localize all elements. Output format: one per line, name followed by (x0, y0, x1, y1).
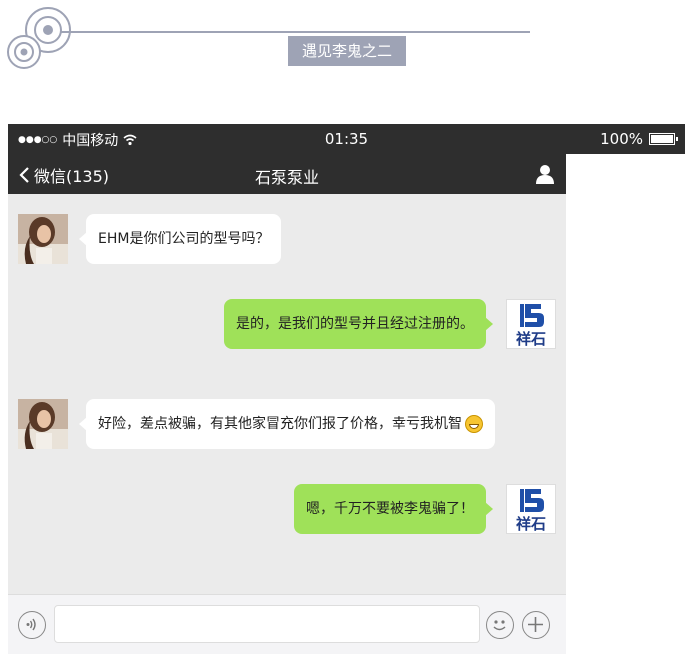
concentric-circles-icon (7, 7, 71, 69)
page-title: 遇见李鬼之二 (288, 36, 406, 66)
message-bubble-incoming[interactable]: EHM是你们公司的型号吗？ (78, 214, 282, 264)
chat-nav-bar: 微信(135) 石泵泵业 (8, 154, 566, 194)
message-text: 是的，是我们的型号并且经过注册的。 (236, 316, 474, 332)
chat-input-bar (8, 594, 566, 654)
message-bubble-outgoing[interactable]: 嗯，千万不要被李鬼骗了！ (294, 484, 493, 534)
chevron-left-icon (19, 167, 29, 183)
girl-avatar-image (18, 214, 68, 264)
chat-message-area[interactable]: EHM是你们公司的型号吗？ 是的，是我们的型号并且经过注册的。 祥石 好险，差点… (8, 194, 566, 594)
plus-icon (528, 617, 543, 632)
message-text: EHM是你们公司的型号吗？ (98, 231, 270, 247)
message-text: 好险，差点被骗，有其他家冒充你们报了价格，幸亏我机智 (98, 416, 462, 432)
voice-button[interactable] (18, 611, 46, 639)
message-bubble-incoming[interactable]: 好险，差点被骗，有其他家冒充你们报了价格，幸亏我机智 (79, 399, 495, 449)
person-icon[interactable] (534, 163, 556, 185)
header-line (60, 31, 530, 33)
message-text: 嗯，千万不要被李鬼骗了！ (306, 501, 474, 517)
logo-text: 祥石 (516, 515, 546, 533)
smiley-icon (493, 620, 506, 631)
grin-emoji-icon (465, 415, 483, 433)
phone-status-bar: ●●●○○ 中国移动 01:35 100% (8, 124, 685, 154)
message-input[interactable] (54, 605, 480, 643)
girl-avatar[interactable] (18, 399, 68, 449)
girl-avatar[interactable] (18, 214, 68, 264)
emoji-button[interactable] (486, 611, 514, 639)
voice-icon (26, 618, 36, 631)
xiangshi-logo-avatar[interactable]: 祥石 (506, 484, 556, 534)
battery-percent: 100% (600, 130, 643, 148)
status-time: 01:35 (324, 130, 369, 148)
header-decoration: 遇见李鬼之二 (0, 0, 690, 90)
message-bubble-outgoing[interactable]: 是的，是我们的型号并且经过注册的。 (224, 299, 493, 349)
back-button[interactable]: 微信(135) (18, 163, 109, 187)
logo-text: 祥石 (516, 330, 546, 348)
back-label: 微信(135) (34, 167, 110, 186)
xiangshi-logo-avatar[interactable]: 祥石 (506, 299, 556, 349)
xiangshi-logo-icon: 祥石 (507, 485, 555, 533)
plus-button[interactable] (522, 611, 550, 639)
status-right: 100% (600, 130, 678, 148)
battery-icon (649, 133, 678, 145)
xiangshi-logo-icon: 祥石 (507, 300, 555, 348)
girl-avatar-image (18, 399, 68, 449)
